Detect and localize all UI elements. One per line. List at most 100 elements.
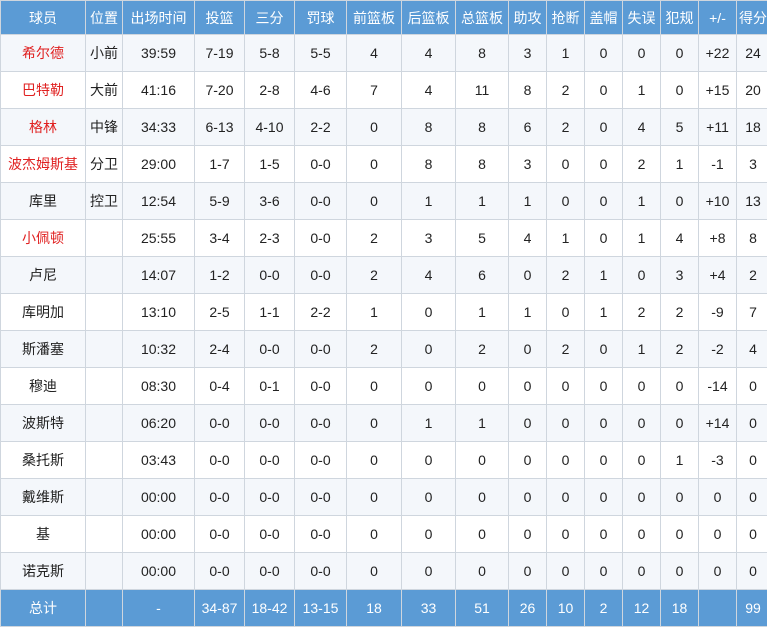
- player-name-link[interactable]: 穆迪: [0, 367, 86, 405]
- stat-cell: +10: [698, 182, 737, 220]
- stat-cell: 0: [698, 515, 737, 553]
- stat-cell: 7: [736, 293, 767, 331]
- player-name-link[interactable]: 诺克斯: [0, 552, 86, 590]
- player-name-link[interactable]: 基: [0, 515, 86, 553]
- stat-cell: 5-8: [244, 34, 295, 72]
- stat-cell: 8: [455, 145, 509, 183]
- player-name-link[interactable]: 小佩顿: [0, 219, 86, 257]
- stat-cell: 0: [622, 34, 661, 72]
- stat-cell: 1: [455, 182, 509, 220]
- col-header-blk[interactable]: 盖帽: [584, 0, 623, 35]
- stat-cell: 7-19: [194, 34, 245, 72]
- stat-cell: 0: [584, 34, 623, 72]
- stat-cell: 8: [455, 108, 509, 146]
- stat-cell: 0-0: [294, 330, 347, 368]
- col-header-tov[interactable]: 失误: [622, 0, 661, 35]
- stat-cell: 0: [736, 367, 767, 405]
- col-header-minutes[interactable]: 出场时间: [122, 0, 195, 35]
- stat-cell: 1: [622, 182, 661, 220]
- stat-cell: 1-7: [194, 145, 245, 183]
- stat-cell: 4: [401, 256, 456, 294]
- stat-cell: 4: [508, 219, 547, 257]
- col-header-ft[interactable]: 罚球: [294, 0, 347, 35]
- stat-cell: 0: [584, 478, 623, 516]
- stat-cell: 1: [508, 293, 547, 331]
- col-header-plus-minus[interactable]: +/-: [698, 0, 737, 35]
- col-header-ast[interactable]: 助攻: [508, 0, 547, 35]
- stat-cell: 0: [622, 404, 661, 442]
- stat-cell: 24: [736, 34, 767, 72]
- stat-cell: 7: [346, 71, 402, 109]
- stat-cell: 0: [455, 367, 509, 405]
- stat-cell: 0: [508, 404, 547, 442]
- player-name-link[interactable]: 戴维斯: [0, 478, 86, 516]
- stat-cell: 0: [546, 182, 585, 220]
- total-cell: 51: [455, 589, 509, 627]
- col-header-reb[interactable]: 总篮板: [455, 0, 509, 35]
- stat-cell: 0: [401, 293, 456, 331]
- table-row: 桑托斯 03:43 0-0 0-0 0-0 0 0 0 0 0 0 0 1 -3 0: [0, 441, 767, 479]
- stat-cell: 0: [584, 441, 623, 479]
- stat-cell: 25:55: [122, 219, 195, 257]
- stat-cell: 3: [660, 256, 699, 294]
- stat-cell: 2: [736, 256, 767, 294]
- stat-cell: 0: [584, 330, 623, 368]
- col-header-pf[interactable]: 犯规: [660, 0, 699, 35]
- stat-cell: 分卫: [85, 145, 123, 183]
- stat-cell: -14: [698, 367, 737, 405]
- table-row: 小佩顿 25:55 3-4 2-3 0-0 2 3 5 4 1 0 1 4 +8 8: [0, 219, 767, 257]
- stat-cell: 0: [455, 515, 509, 553]
- stat-cell: 控卫: [85, 182, 123, 220]
- player-name-link[interactable]: 库里: [0, 182, 86, 220]
- stat-cell: 00:00: [122, 478, 195, 516]
- stat-cell: 4-10: [244, 108, 295, 146]
- col-header-player[interactable]: 球员: [0, 0, 86, 35]
- stat-cell: +4: [698, 256, 737, 294]
- stat-cell: 0: [660, 367, 699, 405]
- table-row: 斯潘塞 10:32 2-4 0-0 0-0 2 0 2 0 2 0 1 2 -2 4: [0, 330, 767, 368]
- stat-cell: 0: [346, 367, 402, 405]
- stat-cell: -1: [698, 145, 737, 183]
- stat-cell: 2-4: [194, 330, 245, 368]
- col-header-dreb[interactable]: 后篮板: [401, 0, 456, 35]
- stat-cell: 1: [455, 293, 509, 331]
- stat-cell: 3-6: [244, 182, 295, 220]
- player-name-link[interactable]: 斯潘塞: [0, 330, 86, 368]
- player-name-link[interactable]: 卢尼: [0, 256, 86, 294]
- player-name-link[interactable]: 库明加: [0, 293, 86, 331]
- stat-cell: 0-0: [294, 515, 347, 553]
- stat-cell: 5-9: [194, 182, 245, 220]
- player-name-link[interactable]: 格林: [0, 108, 86, 146]
- stat-cell: 0: [660, 404, 699, 442]
- stat-cell: 0: [401, 367, 456, 405]
- stat-cell: 0-1: [244, 367, 295, 405]
- player-name-link[interactable]: 波杰姆斯基: [0, 145, 86, 183]
- player-name-link[interactable]: 桑托斯: [0, 441, 86, 479]
- table-row: 希尔德 小前 39:59 7-19 5-8 5-5 4 4 8 3 1 0 0 0 +22 24: [0, 34, 767, 72]
- stat-cell: 3: [508, 145, 547, 183]
- stat-cell: 0: [401, 330, 456, 368]
- stat-cell: 1: [660, 441, 699, 479]
- stat-cell: 2-3: [244, 219, 295, 257]
- player-name-link[interactable]: 巴特勒: [0, 71, 86, 109]
- table-row: 穆迪 08:30 0-4 0-1 0-0 0 0 0 0 0 0 0 0 -14 0: [0, 367, 767, 405]
- col-header-position[interactable]: 位置: [85, 0, 123, 35]
- stat-cell: 0: [660, 552, 699, 590]
- stat-cell: +15: [698, 71, 737, 109]
- col-header-fg[interactable]: 投篮: [194, 0, 245, 35]
- stat-cell: 0: [546, 145, 585, 183]
- player-name-link[interactable]: 波斯特: [0, 404, 86, 442]
- stat-cell: 1: [546, 219, 585, 257]
- player-name-link[interactable]: 希尔德: [0, 34, 86, 72]
- stat-cell: 0: [401, 441, 456, 479]
- col-header-oreb[interactable]: 前篮板: [346, 0, 402, 35]
- stat-cell: 6-13: [194, 108, 245, 146]
- stat-cell: 0: [584, 145, 623, 183]
- stat-cell: 0: [736, 404, 767, 442]
- stat-cell: 5: [660, 108, 699, 146]
- col-header-pts[interactable]: 得分: [736, 0, 767, 35]
- stat-cell: 6: [455, 256, 509, 294]
- total-cell: 10: [546, 589, 585, 627]
- col-header-3pt[interactable]: 三分: [244, 0, 295, 35]
- col-header-stl[interactable]: 抢断: [546, 0, 585, 35]
